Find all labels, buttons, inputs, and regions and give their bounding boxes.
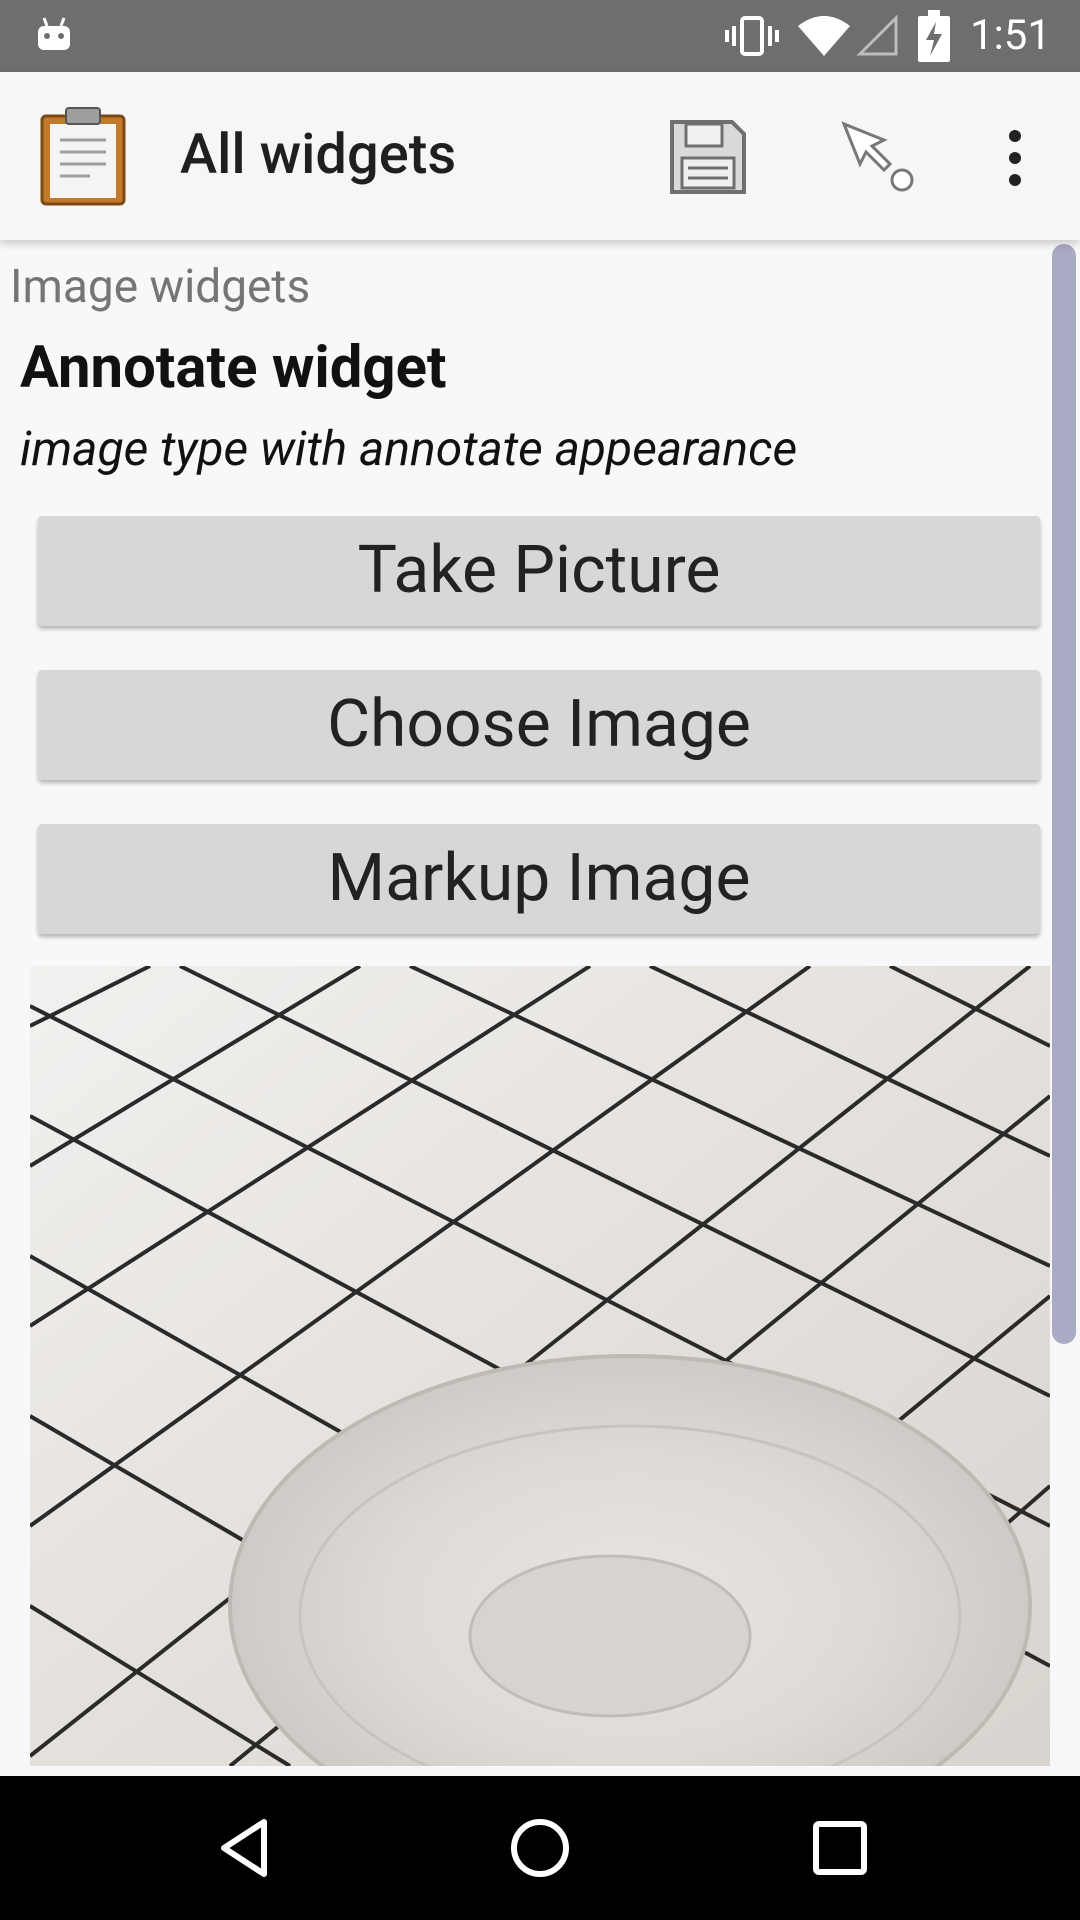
- status-bar: 1:51: [0, 0, 1080, 72]
- back-icon[interactable]: [208, 1812, 280, 1884]
- question-title: Annotate widget: [20, 334, 447, 402]
- battery-charging-icon: [918, 10, 950, 62]
- more-vert-icon[interactable]: [1000, 128, 1030, 188]
- take-picture-button[interactable]: Take Picture: [38, 516, 1040, 626]
- wifi-icon: [798, 16, 850, 56]
- home-icon[interactable]: [504, 1812, 576, 1884]
- image-preview[interactable]: [30, 966, 1050, 1766]
- save-icon[interactable]: [668, 118, 748, 196]
- tiled-floor-photo: [30, 966, 1050, 1766]
- android-icon: [38, 17, 70, 50]
- signal-icon: [856, 14, 898, 56]
- question-hint: image type with annotate appearance: [20, 420, 798, 477]
- status-time: 1:51: [970, 11, 1051, 60]
- app-title: All widgets: [180, 121, 457, 187]
- markup-image-button[interactable]: Markup Image: [38, 824, 1040, 934]
- navigation-bar: [0, 1776, 1080, 1920]
- vibrate-icon: [725, 16, 779, 56]
- scrollbar[interactable]: [1052, 244, 1076, 1344]
- group-label: Image widgets: [10, 260, 311, 314]
- choose-image-button[interactable]: Choose Image: [38, 670, 1040, 780]
- recents-icon[interactable]: [804, 1812, 876, 1884]
- goto-icon[interactable]: [840, 120, 920, 200]
- app-bar: All widgets: [0, 72, 1080, 240]
- form-content[interactable]: Image widgets Annotate widget image type…: [0, 240, 1080, 1776]
- clipboard-app-icon: [40, 107, 126, 206]
